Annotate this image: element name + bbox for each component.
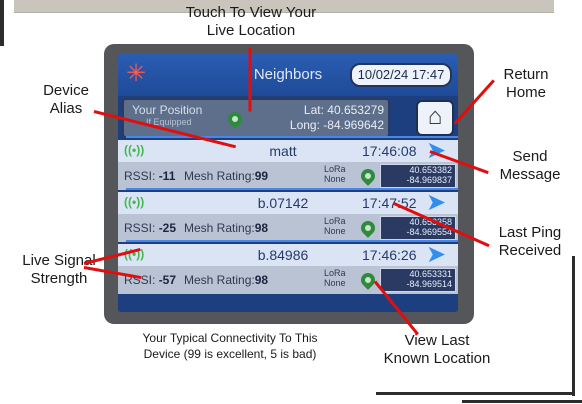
separator	[126, 240, 458, 242]
neighbor-row: ((•)) b.84986 17:46:26 ➤ RSSI: -57 Mesh …	[118, 243, 458, 300]
neighbor-details: RSSI: -57 Mesh Rating:98 LoRa None 40.653…	[118, 266, 458, 294]
corner-line-bottom-2	[462, 400, 582, 403]
home-icon[interactable]: ⌂	[416, 100, 454, 136]
screen-header: ✳ Neighbors 10/02/24 17:47	[118, 54, 458, 96]
rssi-text: RSSI: -11	[124, 169, 176, 183]
lora-status: LoRa None	[324, 164, 346, 184]
corner-line-bottom	[376, 392, 572, 395]
neighbor-header: ((•)) b.84986 17:46:26 ➤	[118, 243, 458, 267]
your-position-panel[interactable]: Your Position If Equipped Lat: 40.653279…	[122, 98, 390, 138]
mesh-rating-text: Mesh Rating:98	[184, 221, 269, 235]
send-arrow-icon[interactable]: ➤	[426, 243, 446, 267]
callout-return-home: Return Home	[503, 66, 549, 101]
last-ping-time: 17:46:26	[362, 247, 417, 263]
send-arrow-icon[interactable]: ➤	[426, 191, 446, 215]
last-ping-time: 17:46:08	[362, 143, 417, 159]
signal-icon: ((•))	[124, 195, 145, 209]
last-known-coords[interactable]: 40.653331 -84.969514	[380, 268, 456, 292]
lora-status: LoRa None	[324, 216, 346, 236]
neighbor-details: RSSI: -11 Mesh Rating:99 LoRa None 40.653…	[118, 162, 458, 190]
device-alias: b.07142	[257, 195, 309, 211]
callout-last-ping: Last Ping Received	[498, 224, 562, 259]
callout-touch-location: Touch To View Your Live Location	[185, 4, 317, 39]
map-pin-icon[interactable]	[358, 218, 378, 238]
position-label: Your Position	[132, 103, 203, 117]
callout-send-message: Send Message	[499, 148, 561, 183]
last-known-coords[interactable]: 40.653382 -84.969837	[380, 164, 456, 188]
corner-line-right	[572, 256, 575, 396]
position-long: Long: -84.969642	[289, 118, 384, 132]
neighbor-details: RSSI: -25 Mesh Rating:98 LoRa None 40.653…	[118, 214, 458, 242]
callout-view-last-location: View Last Known Location	[383, 332, 491, 367]
separator	[126, 188, 458, 190]
device-screen: ✳ Neighbors 10/02/24 17:47 Your Position…	[118, 54, 458, 312]
corner-mark	[0, 0, 4, 46]
date-time-badge: 10/02/24 17:47	[350, 63, 452, 87]
signal-icon: ((•))	[124, 143, 145, 157]
callout-connectivity: Your Typical Connectivity To This Device…	[142, 331, 318, 361]
position-coords: Lat: 40.653279 Long: -84.969642	[274, 103, 384, 133]
map-pin-icon[interactable]	[225, 109, 245, 129]
mesh-rating-text: Mesh Rating:99	[184, 169, 269, 183]
separator	[126, 136, 458, 138]
neighbor-header: ((•)) matt 17:46:08 ➤	[118, 139, 458, 163]
map-pin-icon[interactable]	[358, 166, 378, 186]
rssi-text: RSSI: -25	[124, 221, 177, 235]
lora-status: LoRa None	[324, 268, 346, 288]
mesh-rating-text: Mesh Rating:98	[184, 273, 269, 287]
device-alias: b.84986	[257, 247, 309, 263]
callout-line	[248, 47, 252, 112]
device-alias: matt	[269, 143, 297, 159]
position-lat: Lat: 40.653279	[303, 103, 384, 117]
